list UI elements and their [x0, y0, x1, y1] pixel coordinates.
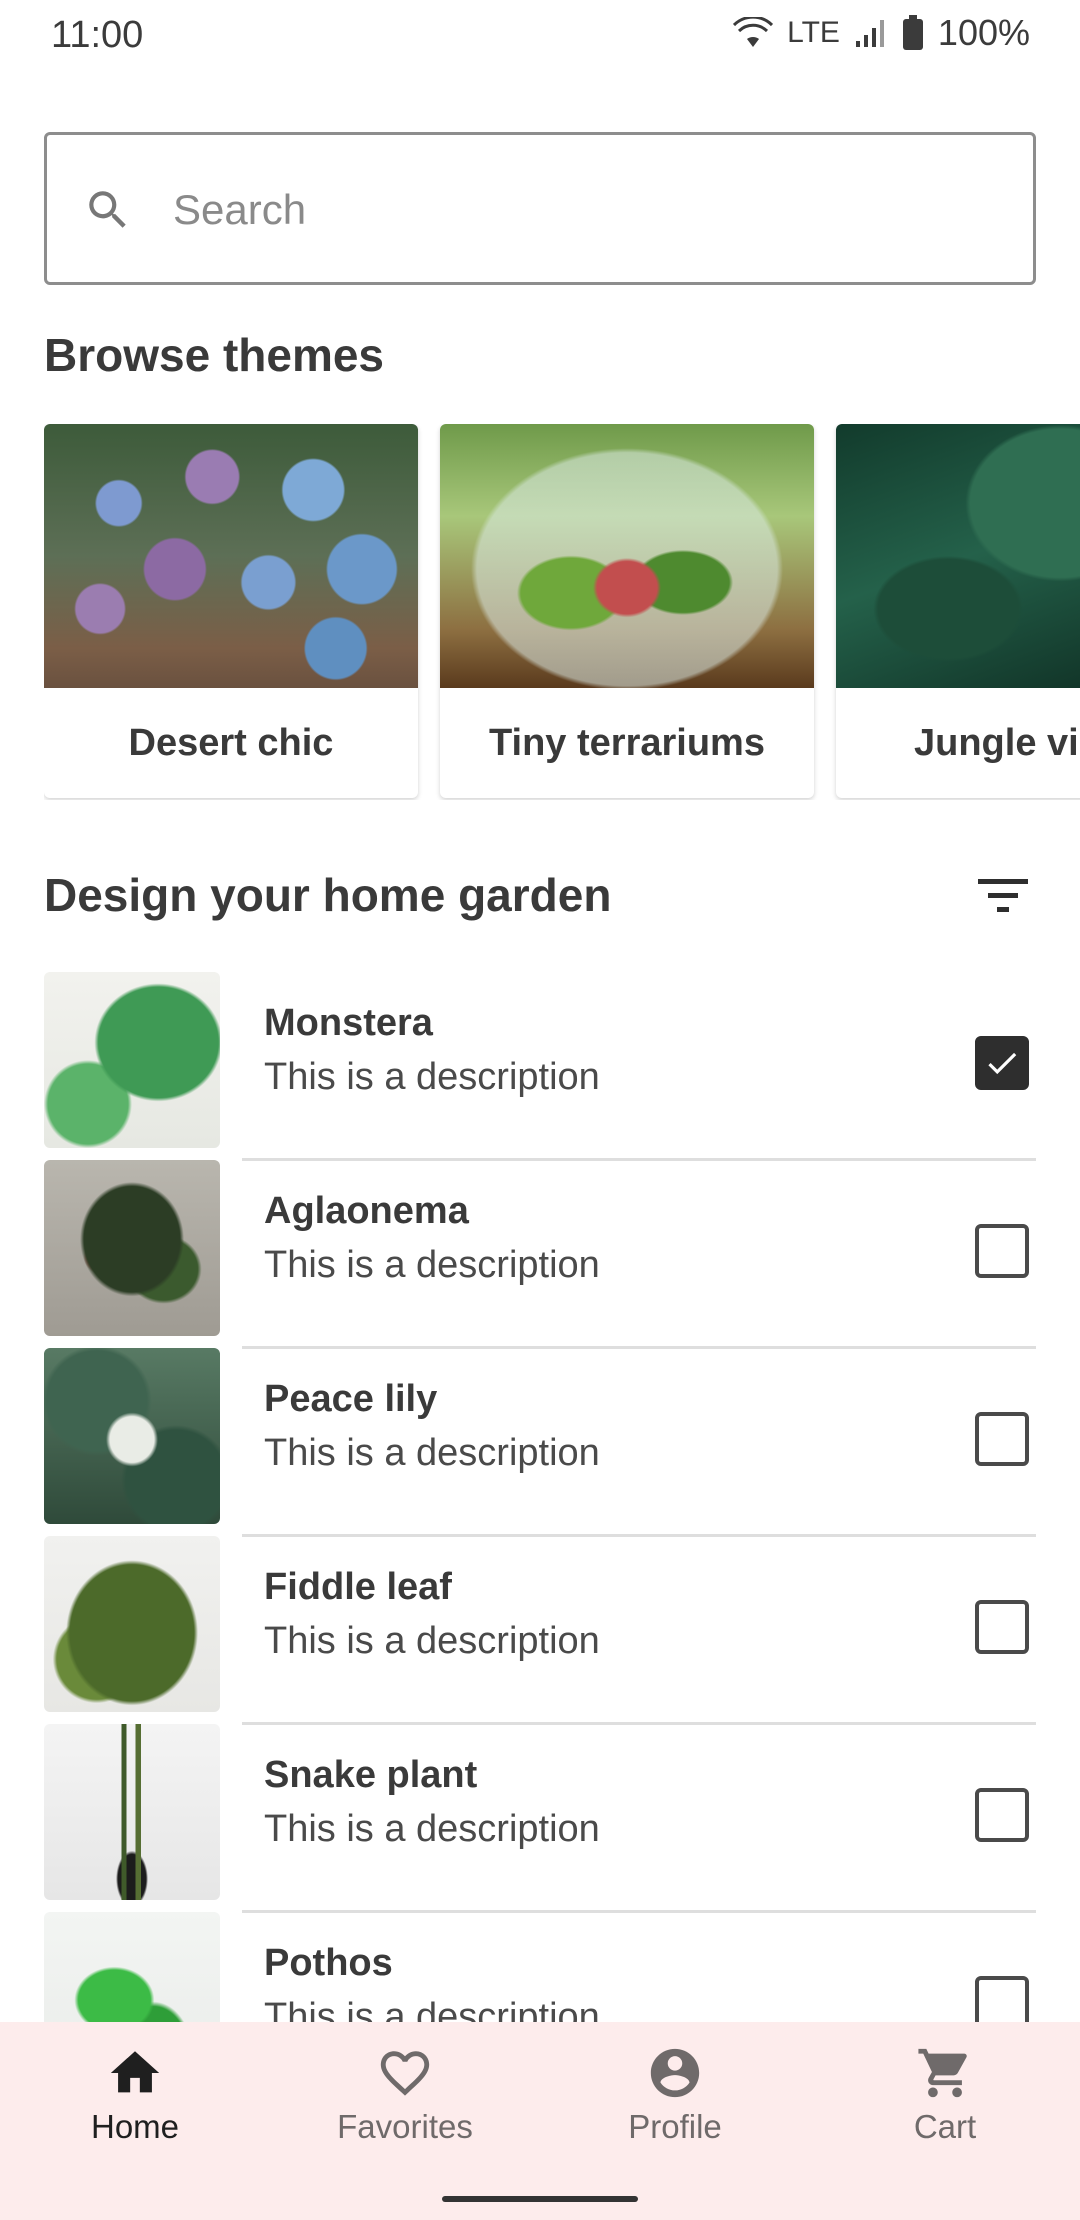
- nav-label: Profile: [628, 2108, 722, 2145]
- nav-label: Favorites: [337, 2108, 473, 2145]
- nav-item-home[interactable]: Home: [0, 2044, 270, 2164]
- search-input[interactable]: [173, 165, 993, 255]
- plant-name: Aglaonema: [264, 1190, 469, 1232]
- nav-item-cart[interactable]: Cart: [810, 2044, 1080, 2164]
- battery-level: 100%: [937, 12, 1030, 53]
- plant-name: Pothos: [264, 1942, 393, 1984]
- theme-card-jungle-vibes[interactable]: Jungle vibes: [836, 424, 1080, 798]
- list-item[interactable]: Peace lily This is a description: [0, 1348, 1080, 1537]
- plant-thumbnail: [44, 1160, 220, 1336]
- theme-image: [836, 424, 1080, 688]
- signal-icon: [855, 20, 884, 47]
- heart-icon: [380, 2051, 430, 2096]
- plant-name: Monstera: [264, 1002, 433, 1044]
- theme-label: Desert chic: [128, 721, 334, 764]
- plant-description: This is a description: [264, 1996, 600, 2022]
- plant-checkbox[interactable]: [975, 1224, 1029, 1278]
- plant-list[interactable]: Monstera This is a description Aglaonema…: [0, 972, 1080, 2022]
- status-time: 11:00: [51, 14, 144, 56]
- browse-themes-title: Browse themes: [44, 329, 385, 381]
- plant-description: This is a description: [264, 1620, 600, 1662]
- plant-description: This is a description: [264, 1056, 600, 1098]
- theme-image: [44, 424, 418, 688]
- theme-card-tiny-terrariums[interactable]: Tiny terrariums: [440, 424, 814, 798]
- plant-checkbox[interactable]: [975, 1412, 1029, 1466]
- home-indicator[interactable]: [442, 2196, 638, 2202]
- plant-name: Fiddle leaf: [264, 1566, 452, 1608]
- nav-item-favorites[interactable]: Favorites: [270, 2044, 540, 2164]
- theme-label: Jungle vibes: [914, 721, 1080, 764]
- plant-description: This is a description: [264, 1432, 600, 1474]
- wifi-icon: [733, 17, 774, 47]
- nav-label: Home: [90, 2108, 180, 2145]
- plant-checkbox[interactable]: [975, 1976, 1029, 2022]
- plant-thumbnail: [44, 1536, 220, 1712]
- cart-icon: [918, 2048, 967, 2098]
- status-bar: 11:00 LTE 100%: [0, 0, 1080, 70]
- account-icon: [650, 2048, 700, 2098]
- list-item[interactable]: Aglaonema This is a description: [0, 1160, 1080, 1349]
- list-item[interactable]: Monstera This is a description: [0, 972, 1080, 1161]
- plant-checkbox[interactable]: [975, 1788, 1029, 1842]
- plant-thumbnail: [44, 1724, 220, 1900]
- list-item[interactable]: Fiddle leaf This is a description: [0, 1536, 1080, 1725]
- search-icon: [89, 191, 126, 228]
- design-garden-title: Design your home garden: [44, 869, 612, 921]
- plant-description: This is a description: [264, 1244, 600, 1286]
- theme-label: Tiny terrariums: [489, 721, 765, 764]
- battery-icon: [902, 15, 923, 50]
- list-item[interactable]: Pothos This is a description: [0, 1912, 1080, 2022]
- plant-description: This is a description: [264, 1808, 600, 1850]
- status-icons: LTE 100%: [733, 12, 1030, 54]
- plant-thumbnail: [44, 1348, 220, 1524]
- bottom-navigation: Home Favorites Profile Cart: [0, 2022, 1080, 2220]
- list-item[interactable]: Snake plant This is a description: [0, 1724, 1080, 1913]
- home-icon: [110, 2051, 160, 2093]
- plant-name: Snake plant: [264, 1754, 478, 1796]
- nav-label: Cart: [913, 2108, 977, 2145]
- theme-card-desert-chic[interactable]: Desert chic: [44, 424, 418, 798]
- plant-checkbox[interactable]: [975, 1036, 1029, 1090]
- themes-carousel[interactable]: Desert chic Tiny terrariums Jungle vibes: [44, 424, 1080, 800]
- check-icon: [988, 1052, 1017, 1075]
- search-field[interactable]: [44, 132, 1036, 285]
- plant-thumbnail: [44, 1912, 220, 2022]
- plant-checkbox[interactable]: [975, 1600, 1029, 1654]
- plant-thumbnail: [44, 972, 220, 1148]
- filter-icon[interactable]: [976, 876, 1030, 916]
- nav-item-profile[interactable]: Profile: [540, 2044, 810, 2164]
- plant-name: Peace lily: [264, 1378, 438, 1420]
- network-type: LTE: [787, 16, 840, 49]
- theme-image: [440, 424, 814, 688]
